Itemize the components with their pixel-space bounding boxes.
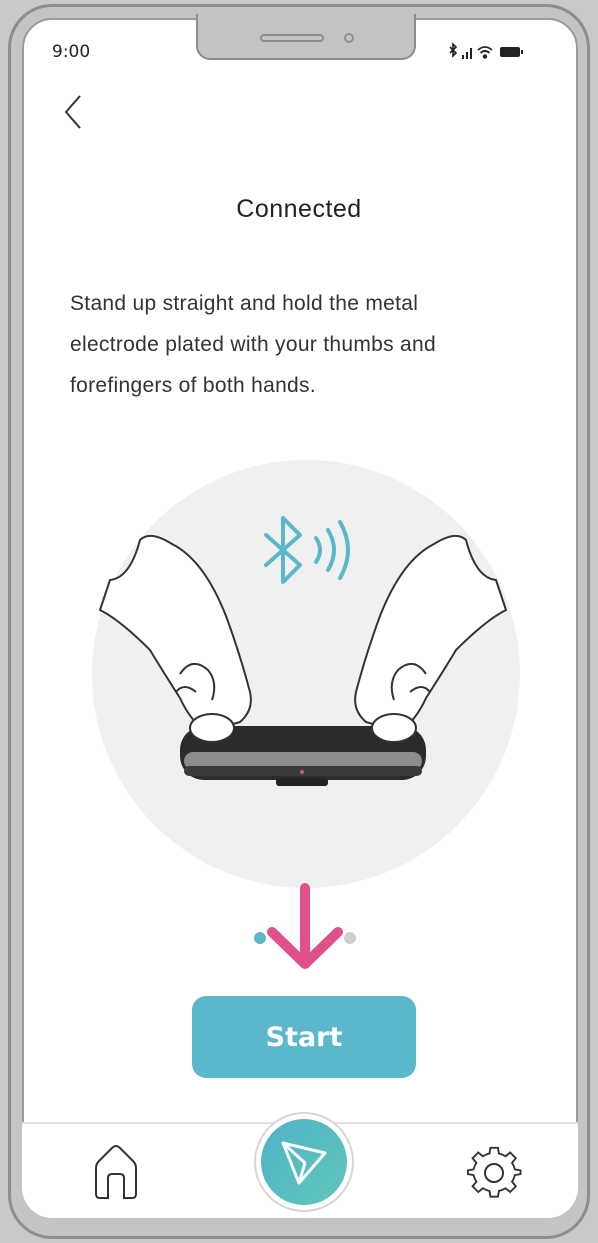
instruction-text: Stand up straight and hold the metal ele…	[70, 283, 540, 406]
instruction-line: Stand up straight and hold the metal	[70, 292, 419, 315]
instruction-line: forefingers of both hands.	[70, 374, 316, 397]
speaker-grille	[260, 34, 324, 42]
instruction-line: electrode plated with your thumbs and	[70, 333, 436, 356]
device-hold-illustration	[92, 460, 520, 888]
signal-icon	[462, 48, 472, 59]
status-time: 9:00	[52, 42, 91, 62]
down-arrow-indicator	[254, 883, 356, 969]
bluetooth-status-icon	[449, 42, 458, 58]
wifi-icon	[477, 46, 493, 59]
back-chevron-icon[interactable]	[60, 92, 84, 132]
status-icons	[449, 42, 523, 59]
send-tab-inner	[261, 1119, 347, 1205]
home-icon[interactable]	[90, 1142, 142, 1202]
send-tab-button[interactable]	[254, 1112, 354, 1212]
front-camera	[344, 33, 354, 43]
start-button[interactable]: Start	[192, 996, 416, 1078]
battery-icon	[500, 47, 523, 57]
page-title: Connected	[236, 195, 362, 223]
send-icon	[281, 1141, 327, 1185]
gear-icon[interactable]	[466, 1145, 522, 1201]
phone-notch	[196, 14, 416, 60]
